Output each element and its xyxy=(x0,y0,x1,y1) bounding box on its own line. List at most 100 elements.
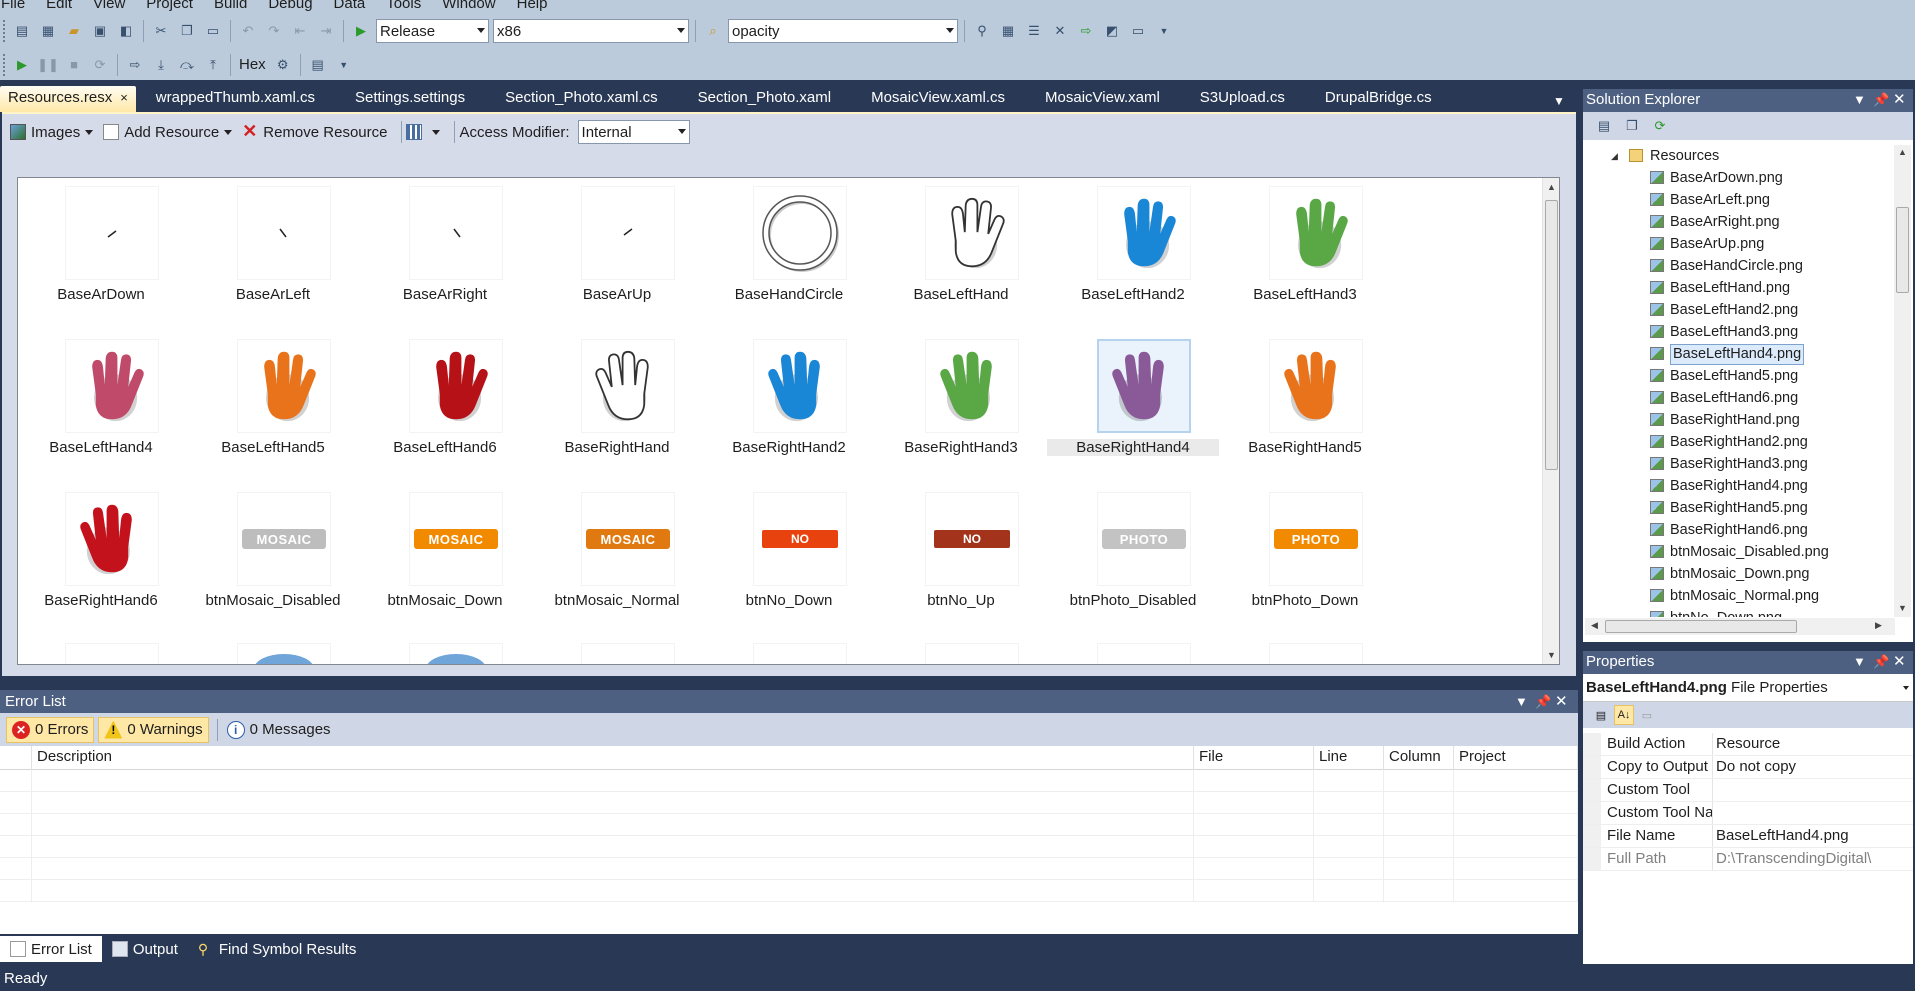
add-resource-button[interactable]: Add Resource xyxy=(103,124,233,141)
tab-find-symbol-results[interactable]: ⚲ Find Symbol Results xyxy=(188,936,367,962)
property-row[interactable]: File Name BaseLeftHand4.png xyxy=(1583,825,1913,848)
resource-thumbnail[interactable]: NO xyxy=(925,492,1019,586)
resource-item[interactable]: BaseLeftHand6 xyxy=(359,333,531,485)
resource-thumbnail-partial[interactable] xyxy=(409,643,503,664)
stop-debugging-icon[interactable]: ■ xyxy=(63,54,85,76)
resource-thumbnail[interactable]: NO xyxy=(753,492,847,586)
resource-thumbnail[interactable] xyxy=(237,339,331,433)
object-browser-icon[interactable]: ⇨ xyxy=(1075,20,1097,42)
tree-file-item[interactable]: btnMosaic_Down.png xyxy=(1583,563,1893,585)
categorized-icon[interactable]: ▤ xyxy=(1591,705,1611,725)
errors-filter-button[interactable]: ✕ 0 Errors xyxy=(6,716,95,743)
tree-file-item[interactable]: BaseArLeft.png xyxy=(1583,189,1893,211)
tree-file-item[interactable]: BaseArDown.png xyxy=(1583,167,1893,189)
doc-tab[interactable]: Settings.settings xyxy=(335,86,485,112)
menu-window[interactable]: Window xyxy=(441,0,496,13)
properties-icon[interactable]: ▤ xyxy=(1593,115,1615,137)
messages-filter-button[interactable]: i 0 Messages xyxy=(222,717,336,743)
tree-file-item[interactable]: BaseHandCircle.png xyxy=(1583,255,1893,277)
close-icon[interactable]: ✕ xyxy=(1893,89,1906,111)
close-icon[interactable]: × xyxy=(120,90,128,105)
scroll-thumb[interactable] xyxy=(1545,200,1558,470)
tree-folder-resources[interactable]: ◢ Resources xyxy=(1583,145,1893,167)
solution-explorer-icon[interactable]: ▦ xyxy=(997,20,1019,42)
scroll-thumb[interactable] xyxy=(1896,207,1909,293)
resource-item[interactable]: BaseLeftHand4 xyxy=(18,333,187,485)
expanded-arrow-icon[interactable]: ◢ xyxy=(1611,145,1618,167)
new-project-icon[interactable]: ▤ xyxy=(11,20,33,42)
property-row[interactable]: Copy to Output DireDo not copy xyxy=(1583,756,1913,779)
resource-thumbnail[interactable]: MOSAIC xyxy=(581,492,675,586)
step-over-icon[interactable]: ⤼ xyxy=(176,54,198,76)
resource-thumbnail-partial[interactable] xyxy=(65,643,159,664)
property-value[interactable]: Resource xyxy=(1713,733,1913,755)
resource-thumbnail[interactable] xyxy=(581,186,675,280)
active-files-icon[interactable]: ▼ xyxy=(1553,94,1565,108)
property-row[interactable]: Build Action Resource xyxy=(1583,733,1913,756)
menu-data[interactable]: Data xyxy=(333,0,367,13)
close-icon[interactable]: ✕ xyxy=(1555,690,1568,713)
tree-file-item[interactable]: btnNo_Down.png xyxy=(1583,607,1893,617)
resource-thumbnail-partial[interactable] xyxy=(237,643,331,664)
toolbox-icon[interactable]: ✕ xyxy=(1049,20,1071,42)
find-symbol-icon[interactable]: ⚲ xyxy=(971,20,993,42)
resource-thumbnail[interactable] xyxy=(409,339,503,433)
doc-tab[interactable]: Resources.resx × xyxy=(0,86,136,112)
resource-item[interactable]: NO btnNo_Down xyxy=(703,486,875,638)
auto-hide-pin-icon[interactable]: 📌 xyxy=(1873,651,1889,673)
find-input[interactable]: opacity xyxy=(728,19,958,43)
scroll-thumb[interactable] xyxy=(1605,620,1797,633)
class-view-icon[interactable]: ◩ xyxy=(1101,20,1123,42)
tree-file-item[interactable]: BaseLeftHand.png xyxy=(1583,277,1893,299)
resource-thumbnail[interactable] xyxy=(65,492,159,586)
resource-thumbnail[interactable] xyxy=(753,339,847,433)
resource-item[interactable]: NO btnNo_Up xyxy=(875,486,1047,638)
resource-thumbnail-partial[interactable] xyxy=(581,643,675,664)
tree-file-item[interactable]: BaseRightHand3.png xyxy=(1583,453,1893,475)
find-in-files-icon[interactable]: ⌕ xyxy=(702,20,724,42)
show-next-statement-icon[interactable]: ⇨ xyxy=(124,54,146,76)
tree-file-item[interactable]: BaseArUp.png xyxy=(1583,233,1893,255)
tree-file-item[interactable]: BaseRightHand.png xyxy=(1583,409,1893,431)
tree-file-item[interactable]: BaseRightHand6.png xyxy=(1583,519,1893,541)
property-value[interactable]: Do not copy xyxy=(1713,756,1913,778)
menu-tools[interactable]: Tools xyxy=(385,0,422,13)
tree-file-item[interactable]: BaseRightHand5.png xyxy=(1583,497,1893,519)
window-position-icon[interactable]: ▼ xyxy=(1515,690,1528,713)
doc-tab[interactable]: DrupalBridge.cs xyxy=(1305,86,1452,112)
paste-icon[interactable]: ▭ xyxy=(202,20,224,42)
column-header[interactable]: File xyxy=(1194,746,1314,770)
property-row[interactable]: Custom Tool xyxy=(1583,779,1913,802)
doc-tab[interactable]: Section_Photo.xaml xyxy=(678,86,851,112)
property-value[interactable] xyxy=(1713,802,1913,824)
resource-item[interactable]: BaseHandCircle xyxy=(703,180,875,332)
resource-thumbnail-partial[interactable] xyxy=(1269,643,1363,664)
scroll-up-icon[interactable]: ▲ xyxy=(1898,147,1907,157)
navigate-forward-icon[interactable]: ⇥ xyxy=(315,20,337,42)
tree-file-item[interactable]: BaseRightHand4.png xyxy=(1583,475,1893,497)
doc-tab[interactable]: MosaicView.xaml xyxy=(1025,86,1180,112)
menu-file[interactable]: File xyxy=(0,0,26,13)
properties-window-icon[interactable]: ☰ xyxy=(1023,20,1045,42)
resource-thumbnail[interactable]: MOSAIC xyxy=(237,492,331,586)
restart-icon[interactable]: ⟳ xyxy=(89,54,111,76)
vertical-scrollbar[interactable]: ▲ ▼ xyxy=(1542,178,1559,664)
column-header[interactable]: Project xyxy=(1454,746,1578,770)
toolbar-grip[interactable] xyxy=(3,20,6,42)
resource-item[interactable]: BaseRightHand5 xyxy=(1219,333,1391,485)
resource-thumbnail[interactable] xyxy=(925,186,1019,280)
resource-item[interactable]: BaseRightHand xyxy=(531,333,703,485)
tree-file-item[interactable]: BaseRightHand2.png xyxy=(1583,431,1893,453)
column-header[interactable]: Description xyxy=(32,746,1194,770)
tree-file-item[interactable]: btnMosaic_Disabled.png xyxy=(1583,541,1893,563)
auto-hide-pin-icon[interactable]: 📌 xyxy=(1873,89,1889,111)
resource-thumbnail[interactable] xyxy=(1097,186,1191,280)
resource-thumbnail[interactable] xyxy=(409,186,503,280)
navigate-backward-icon[interactable]: ⇤ xyxy=(289,20,311,42)
doc-tab[interactable]: MosaicView.xaml.cs xyxy=(851,86,1025,112)
menu-edit[interactable]: Edit xyxy=(45,0,73,13)
menu-debug[interactable]: Debug xyxy=(267,0,313,13)
tab-error-list[interactable]: Error List xyxy=(0,936,102,962)
window-position-icon[interactable]: ▼ xyxy=(1853,651,1866,673)
solution-platform-select[interactable]: x86 xyxy=(493,19,689,43)
